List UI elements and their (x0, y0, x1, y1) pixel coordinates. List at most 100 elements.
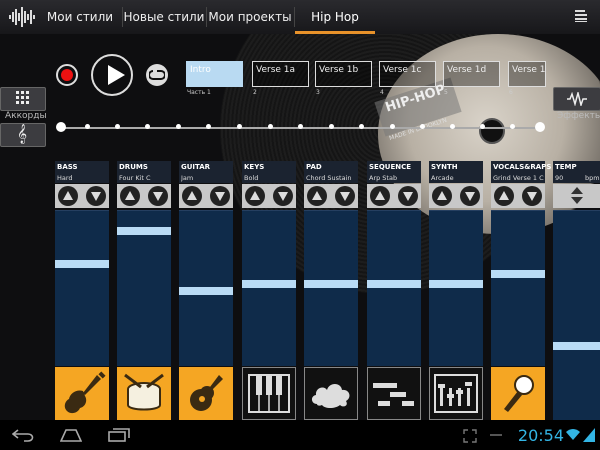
timeline-marker (268, 124, 273, 129)
instrument-button[interactable] (304, 367, 358, 420)
instrument-button[interactable] (429, 367, 483, 420)
preset-down-arrow-icon[interactable] (522, 186, 542, 206)
preset-up-arrow-icon[interactable] (58, 186, 78, 206)
volume-fader[interactable] (304, 210, 358, 366)
preset-up-arrow-icon[interactable] (494, 186, 514, 206)
cloud-icon (311, 384, 350, 408)
chords-grid-button[interactable] (0, 87, 46, 111)
track-header[interactable]: KEYS Bold (242, 161, 296, 183)
tab-new-styles[interactable]: Новые стили (123, 0, 205, 34)
fader-level-handle[interactable] (179, 287, 233, 295)
track-preset: Jam (181, 174, 194, 182)
track-name: PAD (306, 163, 322, 171)
track-name: KEYS (244, 163, 265, 171)
instrument-button[interactable] (179, 367, 233, 420)
recent-apps-icon[interactable] (108, 428, 130, 442)
timeline-marker (450, 124, 455, 129)
fader-level-handle[interactable] (429, 280, 483, 288)
record-button[interactable] (56, 64, 78, 86)
preset-down-arrow-icon[interactable] (210, 186, 230, 206)
track-header[interactable]: GUITAR Jam (179, 161, 233, 183)
volume-fader[interactable] (55, 210, 109, 366)
track-preset: Arcade (431, 174, 454, 182)
tempo-level-handle[interactable] (553, 342, 600, 350)
part-verse-1c[interactable]: Verse 1c (379, 61, 436, 87)
track-name: VOCALS&RAPS (493, 163, 552, 171)
timeline-marker (420, 124, 425, 129)
fader-level-handle[interactable] (304, 280, 358, 288)
fader-level-handle[interactable] (55, 260, 109, 268)
part-verse-1b[interactable]: Verse 1b (315, 61, 372, 87)
preset-up-arrow-icon[interactable] (307, 186, 327, 206)
track-header[interactable]: PAD Chord Sustain (304, 161, 358, 183)
track-header[interactable]: DRUMS Four Kit C (117, 161, 171, 183)
preset-up-arrow-icon[interactable] (370, 186, 390, 206)
tempo-down-arrow-icon[interactable] (571, 197, 583, 204)
microphone-icon (504, 375, 534, 412)
preset-down-arrow-icon[interactable] (273, 186, 293, 206)
fader-level-handle[interactable] (242, 280, 296, 288)
timeline-end-handle[interactable] (535, 122, 545, 132)
effects-button[interactable] (553, 87, 600, 111)
part-number: 4 (380, 89, 384, 96)
overflow-menu-icon[interactable] (574, 9, 588, 23)
piano-keys-icon (248, 374, 290, 413)
chords-clef-button[interactable]: 𝄞 (0, 123, 46, 147)
part-verse-1d[interactable]: Verse 1d (443, 61, 500, 87)
tempo-arrows[interactable] (553, 184, 600, 208)
volume-fader[interactable] (429, 210, 483, 366)
fader-level-handle[interactable] (491, 270, 545, 278)
home-icon[interactable] (60, 428, 82, 442)
drum-icon (124, 373, 164, 411)
tab-my-styles[interactable]: Мои стили (44, 0, 116, 34)
volume-fader[interactable] (242, 210, 296, 366)
instrument-button[interactable] (117, 367, 171, 420)
instrument-button[interactable] (367, 367, 421, 420)
preset-arrows (304, 184, 358, 208)
preset-down-arrow-icon[interactable] (148, 186, 168, 206)
track-header[interactable]: BASS Hard (55, 161, 109, 183)
timeline-marker (329, 124, 334, 129)
preset-up-arrow-icon[interactable] (120, 186, 140, 206)
track-header[interactable]: VOCALS&RAPS Grind Verse 1 C (491, 161, 551, 183)
fader-level-handle[interactable] (117, 227, 171, 235)
volume-fader[interactable] (367, 210, 421, 366)
preset-up-arrow-icon[interactable] (182, 186, 202, 206)
track-drums: DRUMS Four Kit C (117, 161, 171, 420)
part-intro[interactable]: Intro (186, 61, 243, 87)
volume-fader[interactable] (117, 210, 171, 366)
tab-my-projects[interactable]: Мои проекты (207, 0, 293, 34)
instrument-button[interactable] (55, 367, 109, 420)
preset-up-arrow-icon[interactable] (432, 186, 452, 206)
track-header[interactable]: SYNTH Arcade (429, 161, 483, 183)
fader-level-handle[interactable] (367, 280, 421, 288)
timeline-start-handle[interactable] (56, 122, 66, 132)
preset-arrows (179, 184, 233, 208)
volume-fader[interactable] (179, 210, 233, 366)
treble-clef-icon: 𝄞 (17, 124, 28, 144)
track-preset: Hard (57, 174, 73, 182)
track-header[interactable]: SEQUENCE Arp Stab (367, 161, 421, 183)
back-icon[interactable] (12, 428, 36, 442)
preset-down-arrow-icon[interactable] (86, 186, 106, 206)
preset-up-arrow-icon[interactable] (245, 186, 265, 206)
track-sequence: SEQUENCE Arp Stab (367, 161, 421, 420)
effects-wave-icon (567, 92, 587, 106)
volume-fader[interactable] (491, 210, 545, 366)
preset-down-arrow-icon[interactable] (398, 186, 418, 206)
play-button[interactable] (91, 54, 133, 96)
part-verse-1a[interactable]: Verse 1a (252, 61, 309, 87)
preset-down-arrow-icon[interactable] (335, 186, 355, 206)
preset-down-arrow-icon[interactable] (460, 186, 480, 206)
part-verse-1e[interactable]: Verse 1e (508, 61, 546, 87)
tab-hip-hop[interactable]: Hip Hop (295, 0, 375, 34)
fullscreen-icon[interactable] (463, 429, 477, 443)
tempo-fader[interactable] (553, 210, 600, 421)
track-name: SEQUENCE (369, 163, 412, 171)
track-preset: Chord Sustain (306, 174, 352, 182)
instrument-button[interactable] (491, 367, 545, 420)
loop-button[interactable] (146, 64, 168, 86)
tempo-up-arrow-icon[interactable] (571, 187, 583, 194)
instrument-button[interactable] (242, 367, 296, 420)
timeline-marker (359, 124, 364, 129)
